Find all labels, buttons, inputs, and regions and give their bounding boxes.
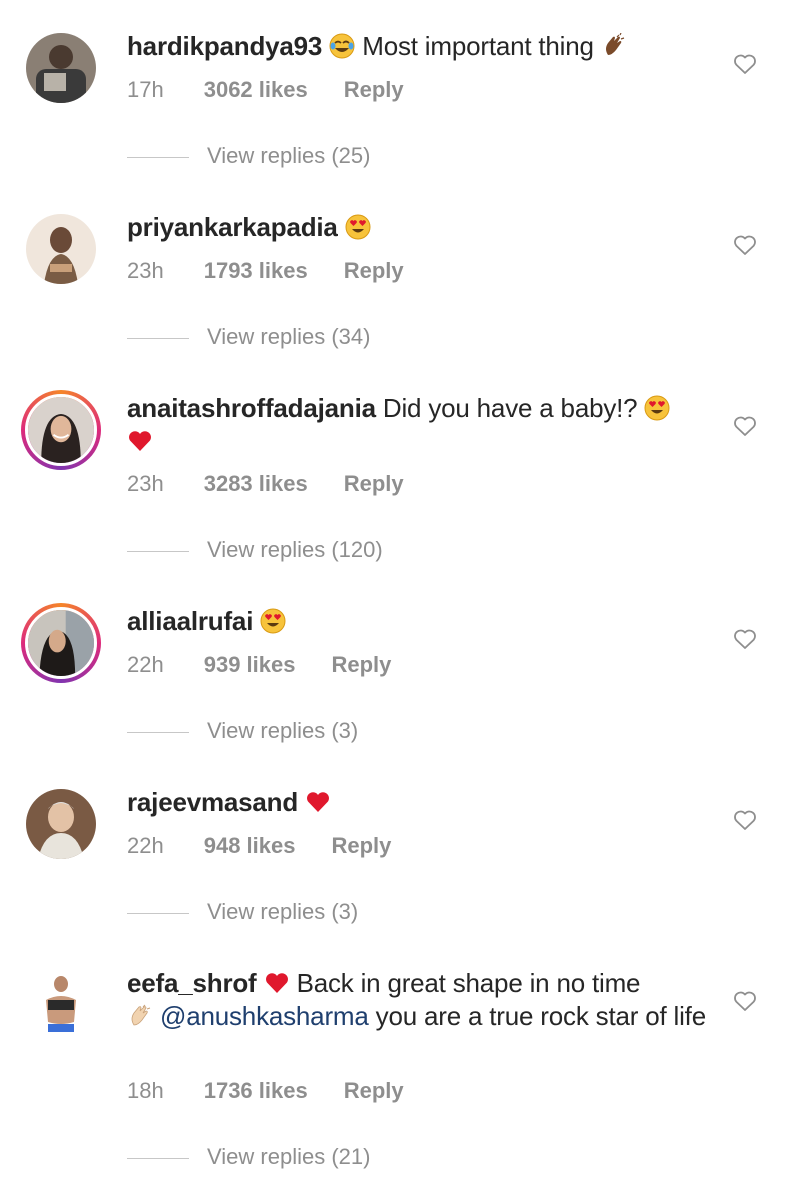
comment-meta: 22h 939 likes Reply bbox=[127, 652, 427, 678]
comment-time: 22h bbox=[127, 652, 164, 677]
view-replies-label: View replies (3) bbox=[207, 718, 359, 743]
view-replies-label: View replies (25) bbox=[207, 143, 371, 168]
comment-meta: 17h 3062 likes Reply bbox=[127, 77, 440, 103]
like-heart-icon[interactable] bbox=[733, 53, 757, 75]
reply-button[interactable]: Reply bbox=[331, 833, 391, 858]
comment-time: 23h bbox=[127, 258, 164, 283]
comment-time: 18h bbox=[127, 1078, 164, 1103]
view-replies-label: View replies (3) bbox=[207, 899, 359, 924]
avatar[interactable] bbox=[26, 214, 96, 284]
red-heart-emoji-icon bbox=[264, 970, 290, 996]
comment-time: 17h bbox=[127, 77, 164, 102]
view-replies-label: View replies (34) bbox=[207, 324, 371, 349]
like-heart-icon[interactable] bbox=[733, 628, 757, 650]
like-heart-icon[interactable] bbox=[733, 990, 757, 1012]
likes-count[interactable]: 3283 likes bbox=[204, 471, 308, 496]
avatar-image bbox=[25, 607, 97, 679]
likes-count[interactable]: 3062 likes bbox=[204, 77, 308, 102]
comment-text: rajeevmasand bbox=[127, 786, 717, 819]
likes-count[interactable]: 1736 likes bbox=[204, 1078, 308, 1103]
comment-text: anaitashroffadajania Did you have a baby… bbox=[127, 392, 717, 458]
clap-emoji-icon bbox=[601, 33, 627, 59]
view-replies-label: View replies (120) bbox=[207, 537, 383, 562]
divider-line bbox=[127, 156, 189, 158]
view-replies-label: View replies (21) bbox=[207, 1144, 371, 1169]
avatar-image bbox=[25, 394, 97, 466]
username[interactable]: rajeevmasand bbox=[127, 787, 298, 817]
comment-body: Most important thing bbox=[362, 31, 594, 61]
username[interactable]: hardikpandya93 bbox=[127, 31, 322, 61]
divider-line bbox=[127, 550, 189, 552]
username[interactable]: eefa_shrof bbox=[127, 968, 257, 998]
view-replies-button[interactable]: View replies (3) bbox=[127, 899, 358, 929]
reply-button[interactable]: Reply bbox=[344, 1078, 404, 1103]
comment-text: alliaalrufai bbox=[127, 605, 717, 638]
view-replies-button[interactable]: View replies (21) bbox=[127, 1144, 370, 1174]
comment-body: Back in great shape in no time bbox=[296, 968, 641, 998]
view-replies-button[interactable]: View replies (3) bbox=[127, 718, 358, 748]
comment-time: 22h bbox=[127, 833, 164, 858]
comment-text: eefa_shrof Back in great shape in no tim… bbox=[127, 967, 717, 1033]
mention-link[interactable]: @anushkasharma bbox=[160, 1001, 369, 1031]
comment-meta: 18h 1736 likes Reply bbox=[127, 1078, 440, 1104]
avatar[interactable] bbox=[21, 390, 101, 470]
reply-button[interactable]: Reply bbox=[344, 258, 404, 283]
avatar[interactable] bbox=[26, 33, 96, 103]
comment-text: priyankarkapadia bbox=[127, 211, 717, 244]
heart-eyes-emoji-icon bbox=[260, 608, 286, 634]
red-heart-emoji-icon bbox=[305, 789, 331, 815]
divider-line bbox=[127, 1157, 189, 1159]
clap-emoji-icon bbox=[127, 1003, 153, 1029]
avatar[interactable] bbox=[26, 789, 96, 859]
comment-body: Did you have a baby!? bbox=[382, 393, 638, 423]
username[interactable]: priyankarkapadia bbox=[127, 212, 338, 242]
comment-body-continued: you are a true rock star of life bbox=[375, 1001, 707, 1031]
likes-count[interactable]: 948 likes bbox=[204, 833, 296, 858]
avatar[interactable] bbox=[21, 603, 101, 683]
view-replies-button[interactable]: View replies (120) bbox=[127, 537, 383, 567]
red-heart-emoji-icon bbox=[127, 428, 153, 454]
likes-count[interactable]: 1793 likes bbox=[204, 258, 308, 283]
username[interactable]: anaitashroffadajania bbox=[127, 393, 376, 423]
like-heart-icon[interactable] bbox=[733, 415, 757, 437]
divider-line bbox=[127, 912, 189, 914]
comment-time: 23h bbox=[127, 471, 164, 496]
view-replies-button[interactable]: View replies (34) bbox=[127, 324, 370, 354]
view-replies-button[interactable]: View replies (25) bbox=[127, 143, 370, 173]
reply-button[interactable]: Reply bbox=[344, 471, 404, 496]
comment-text: hardikpandya93 Most important thing bbox=[127, 30, 717, 63]
username[interactable]: alliaalrufai bbox=[127, 606, 253, 636]
reply-button[interactable]: Reply bbox=[331, 652, 391, 677]
joy-emoji-icon bbox=[329, 33, 355, 59]
heart-eyes-emoji-icon bbox=[644, 395, 670, 421]
heart-eyes-emoji-icon bbox=[345, 214, 371, 240]
comment-meta: 23h 3283 likes Reply bbox=[127, 471, 440, 497]
avatar[interactable] bbox=[26, 970, 96, 1040]
divider-line bbox=[127, 731, 189, 733]
like-heart-icon[interactable] bbox=[733, 234, 757, 256]
comment-meta: 23h 1793 likes Reply bbox=[127, 258, 440, 284]
like-heart-icon[interactable] bbox=[733, 809, 757, 831]
likes-count[interactable]: 939 likes bbox=[204, 652, 296, 677]
divider-line bbox=[127, 337, 189, 339]
comment-meta: 22h 948 likes Reply bbox=[127, 833, 427, 859]
reply-button[interactable]: Reply bbox=[344, 77, 404, 102]
